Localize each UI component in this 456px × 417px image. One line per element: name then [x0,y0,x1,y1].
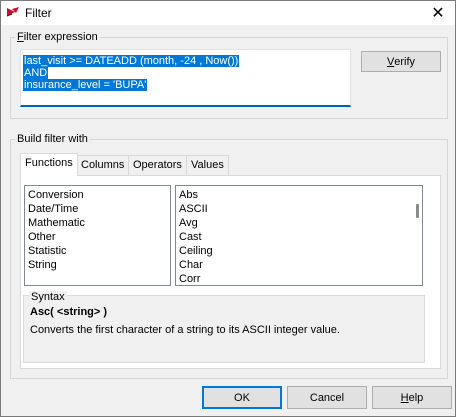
syntax-label: Syntax [29,291,67,303]
list-item[interactable]: Statistic [28,244,67,258]
filter-expression-label: Filter expression [15,31,100,43]
tab-values[interactable]: Values [186,155,229,175]
syntax-signature: Asc( <string> ) [30,306,108,318]
filter-app-icon [6,7,19,17]
expression-line-2: AND [23,67,49,79]
list-item[interactable]: Abs [179,188,198,202]
list-item[interactable]: Cast [179,230,202,244]
syntax-group: Asc( <string> ) Converts the first chara… [23,295,425,363]
list-item[interactable]: Char [179,258,203,272]
tab-functions[interactable]: Functions [20,153,78,176]
list-item[interactable]: Conversion [28,188,84,202]
tab-operators[interactable]: Operators [128,155,187,175]
build-filter-label: Build filter with [15,133,90,145]
filter-dialog: Filter ✕ Filter expression last_visit >=… [0,0,456,417]
title-bar: Filter ✕ [1,1,455,25]
close-icon[interactable]: ✕ [421,1,455,25]
verify-button[interactable]: Verify [361,51,441,72]
list-item[interactable]: Corr [179,272,200,285]
list-item[interactable]: ASCII [179,202,208,216]
window-title: Filter [25,6,52,20]
syntax-description: Converts the first character of a string… [30,324,340,336]
category-list[interactable]: Conversion Date/Time Mathematic Other St… [24,185,171,286]
filter-expression-editor[interactable]: last_visit >= DATEADD (month, -24 , Now(… [20,49,351,107]
expression-line-3: insurance_level = 'BUPA' [23,79,148,91]
list-item[interactable]: Date/Time [28,202,78,216]
list-item[interactable]: Avg [179,216,198,230]
function-list-scrollbar[interactable] [416,204,419,218]
function-list[interactable]: Abs ASCII Avg Cast Ceiling Char Corr [175,185,423,286]
list-item[interactable]: Other [28,230,56,244]
list-item[interactable]: Mathematic [28,216,85,230]
tab-columns[interactable]: Columns [76,155,130,175]
expression-line-1: last_visit >= DATEADD (month, -24 , Now(… [23,55,240,67]
list-item[interactable]: Ceiling [179,244,213,258]
ok-button[interactable]: OK [202,386,282,409]
list-item[interactable]: String [28,258,57,272]
help-button[interactable]: Help [372,386,452,409]
cancel-button[interactable]: Cancel [287,386,367,409]
